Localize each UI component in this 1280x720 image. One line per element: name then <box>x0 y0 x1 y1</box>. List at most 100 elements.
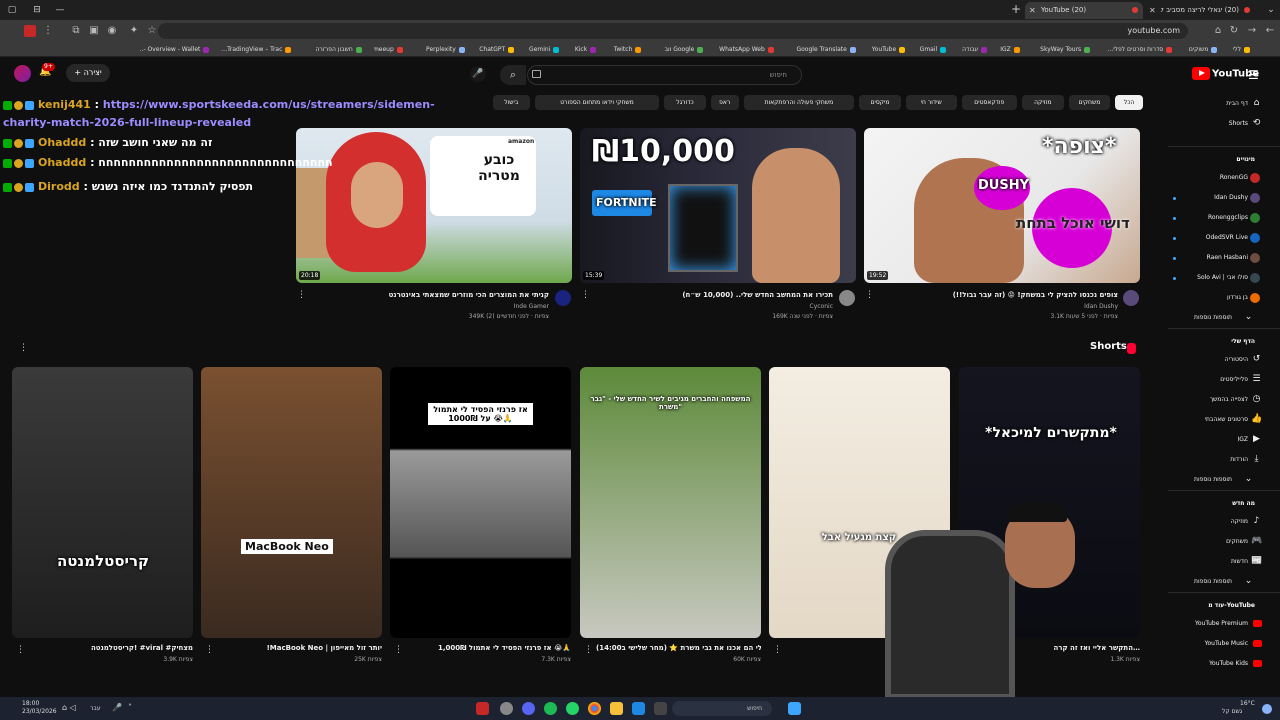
taskbar-search[interactable]: חיפוש <box>672 701 772 716</box>
reload-icon[interactable]: ⌂ <box>1212 25 1224 37</box>
windows-icon[interactable] <box>788 702 801 715</box>
more-icon[interactable]: ⋮ <box>865 290 874 300</box>
bookmark-item[interactable]: YouTube <box>868 44 906 55</box>
chip-1[interactable]: משחקים <box>1068 95 1111 110</box>
bookmark-item[interactable]: Google ווב <box>653 44 704 55</box>
minimize-icon[interactable]: — <box>54 4 66 16</box>
whatsapp-icon[interactable] <box>566 702 579 715</box>
bookmark-item[interactable]: Gemini <box>526 44 560 55</box>
sidebar-item[interactable]: מוזיקה <box>1231 516 1248 528</box>
sidebar-item[interactable]: Solo Avi | סולו אבי <box>1197 272 1248 284</box>
bookmark-item[interactable]: TradingView – Trac… <box>221 44 292 55</box>
short-title[interactable]: גראלי הם אכנו את גבי משרת ⭐ (מחר שלישי ב… <box>596 644 761 652</box>
sidebar-item[interactable]: תוספות נוספות <box>1194 312 1232 324</box>
sidebar-item[interactable]: OdedSVR Live <box>1206 232 1248 244</box>
create-button[interactable]: + יצירה <box>66 64 110 82</box>
tab-menu-icon[interactable]: ⊟ <box>31 4 43 16</box>
bookmark-item[interactable]: Google Translate <box>786 44 856 55</box>
short-title[interactable]: אז פרנזי הפסיד לי אתמול 1,000₪ 😭🙏 <box>406 644 571 652</box>
sidebar-item[interactable]: חדשות <box>1231 556 1248 568</box>
chip-0[interactable]: הכל <box>1115 95 1143 110</box>
video-thumbnail[interactable]: DUSHY *צופה* דושי אוכל בתחת 19:52 <box>864 128 1140 283</box>
video-thumbnail[interactable]: amazon כובע מטריה 20:18 <box>296 128 572 283</box>
tray-icons[interactable]: ⌂ ◁ <box>62 703 76 712</box>
puzzle-icon[interactable]: ✦ <box>128 25 140 37</box>
short-thumbnail[interactable]: MacBook Neo <box>201 367 382 638</box>
sidebar-item[interactable]: Raen Hasbani <box>1207 252 1248 264</box>
new-tab-button[interactable]: + <box>1011 3 1023 15</box>
more-icon[interactable]: ⋮ <box>581 290 590 300</box>
bookmark-item[interactable]: IGZ <box>999 44 1020 55</box>
sidebar-toggle-icon[interactable]: ▢ <box>6 4 18 16</box>
channel-avatar[interactable] <box>1123 290 1139 306</box>
mic-icon[interactable]: 🎤 <box>112 703 122 712</box>
bookmark-item[interactable]: Perplexity <box>415 44 465 55</box>
bookmark-item[interactable]: WhatsApp Web <box>715 44 774 55</box>
sidebar-item[interactable]: תוספות נוספות <box>1194 474 1232 486</box>
sidebar-section-title[interactable]: הדף שלי <box>1231 338 1255 345</box>
bookmark-item[interactable]: עבודה <box>958 44 988 55</box>
shorts-more-icon[interactable]: ⋮ <box>19 343 28 353</box>
search-input[interactable]: חיפוש <box>527 65 802 85</box>
copy-icon[interactable]: ⧉ <box>70 25 82 37</box>
chip-9[interactable]: משחקי וידאו מתחום הספורט <box>534 95 660 110</box>
reload-icon[interactable]: ↻ <box>1228 25 1240 37</box>
mic-icon[interactable]: 🎤 <box>470 66 486 82</box>
weather-temp[interactable]: 16°C <box>1240 700 1255 707</box>
short-thumbnail[interactable]: קריסטלמנטה <box>12 367 193 638</box>
app-icon[interactable] <box>632 702 645 715</box>
short-title[interactable]: קריסטלמנטה! #viral #מצחיק <box>28 644 193 652</box>
language-indicator[interactable]: עבר <box>90 705 101 712</box>
channel-name[interactable]: Idan Dushy <box>1084 303 1118 310</box>
video-title[interactable]: צופים נכנסו להציק לי במשחק! 😡 (זה עבר גב… <box>953 291 1118 299</box>
url-field[interactable]: youtube.com <box>158 23 1188 39</box>
chevron-up-icon[interactable]: ˄ <box>128 703 132 712</box>
short-thumbnail[interactable]: אז פרנזי הפסיד לי אתמול על 1000₪ 😭🙏 <box>390 367 571 638</box>
more-icon[interactable]: ⋮ <box>297 290 306 300</box>
extension-icon[interactable] <box>24 25 36 37</box>
bookmark-item[interactable]: Gmail <box>917 44 947 55</box>
back-icon[interactable]: ← <box>1264 25 1276 37</box>
short-title[interactable]: !MacBook Neo | יותר זול מאייפון <box>217 644 382 652</box>
tab-other[interactable]: ✕ (20) יגאלי לריצה מסביב לסטוני… <box>1145 2 1255 19</box>
discord-icon[interactable] <box>522 702 535 715</box>
bookmark-item[interactable]: ללי <box>1229 44 1250 55</box>
bookmark-item[interactable]: סדרות וסרטים לפלי… <box>1102 44 1173 55</box>
sidebar-item[interactable]: פלייליסטים <box>1220 374 1248 386</box>
bookmark-item[interactable]: משוקים <box>1184 44 1218 55</box>
more-icon[interactable]: ⋮ <box>205 645 214 655</box>
sidebar-item[interactable]: בן גורדון <box>1227 292 1248 304</box>
chat-username[interactable]: Ohaddd <box>38 136 86 149</box>
chip-5[interactable]: מיקסים <box>859 95 901 110</box>
folder-icon[interactable] <box>610 702 623 715</box>
chrome-icon[interactable] <box>588 702 601 715</box>
sidebar-item[interactable]: YouTube Kids <box>1209 658 1248 670</box>
tab-search-icon[interactable]: ⌄ <box>1265 4 1277 16</box>
bookmark-item[interactable]: meeup <box>374 44 403 55</box>
video-thumbnail[interactable]: ₪10,000 FORTNITE 15:39 <box>580 128 856 283</box>
app-icon[interactable] <box>476 702 489 715</box>
video-title[interactable]: קניתי את המוצרים הכי מוזרים שמצאתי באינט… <box>389 291 549 299</box>
clock-time[interactable]: 18:00 <box>22 700 39 707</box>
sidebar-item[interactable]: דף הבית <box>1226 98 1248 110</box>
app-icon[interactable] <box>500 702 513 715</box>
bookmark-item[interactable]: חשבון הפרזרה <box>303 44 362 55</box>
sidebar-item[interactable]: RonenGG <box>1220 172 1248 184</box>
keyboard-icon[interactable] <box>532 70 541 78</box>
sidebar-item[interactable]: הורדות <box>1230 454 1248 466</box>
more-icon[interactable]: ⋮ <box>773 645 782 655</box>
bookmark-item[interactable]: ChatGPT <box>477 44 515 55</box>
search-button[interactable]: ⌕ <box>500 65 526 85</box>
sidebar-item[interactable]: Shorts <box>1229 118 1248 130</box>
app-icon[interactable] <box>654 702 667 715</box>
channel-avatar[interactable] <box>839 290 855 306</box>
sidebar-item[interactable]: YouTube Premium <box>1195 618 1248 630</box>
chip-6[interactable]: משחקי פעולה והרפתקאות <box>743 95 855 110</box>
spotify-icon[interactable] <box>544 702 557 715</box>
bookmark-item[interactable]: SkyWay Tours <box>1032 44 1091 55</box>
bookmark-item[interactable]: Twitch <box>608 44 642 55</box>
bookmark-item[interactable]: Overview - Wallet -… <box>139 44 210 55</box>
chip-7[interactable]: ראפ <box>710 95 739 110</box>
chip-10[interactable]: בישול <box>492 95 530 110</box>
close-icon[interactable]: ✕ <box>1149 2 1156 19</box>
